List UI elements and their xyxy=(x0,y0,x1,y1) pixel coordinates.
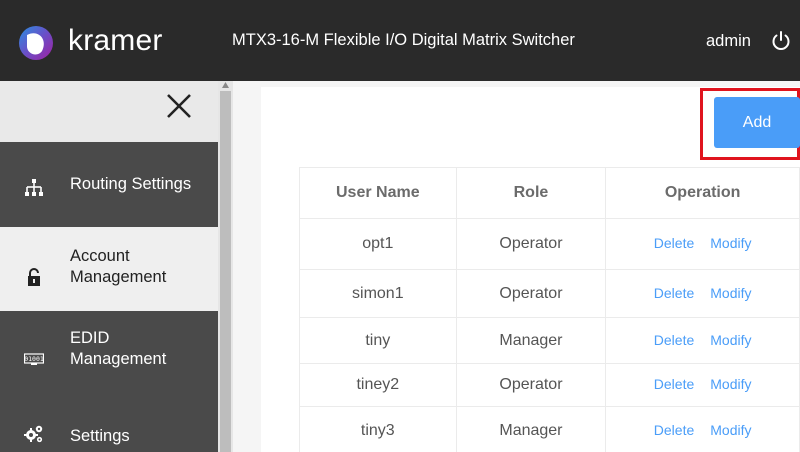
table-row: tiney2 Operator Delete Modify xyxy=(299,363,800,407)
cell-operation: Delete Modify xyxy=(605,363,800,407)
top-bar: kramer MTX3-16-M Flexible I/O Digital Ma… xyxy=(0,0,800,81)
modify-link[interactable]: Modify xyxy=(710,235,751,251)
column-header-role: Role xyxy=(455,167,607,219)
sidebar-item-edid-management[interactable]: 01001 EDID Management xyxy=(0,311,218,397)
cell-operation: Delete Modify xyxy=(605,218,800,270)
sidebar-item-label: Routing Settings xyxy=(70,175,192,193)
sidebar-close-row xyxy=(0,81,218,142)
cell-operation: Delete Modify xyxy=(605,269,800,318)
modify-link[interactable]: Modify xyxy=(710,422,751,438)
gears-icon xyxy=(24,425,43,443)
cell-role: Operator xyxy=(455,269,607,318)
sidebar-item-label-line1: EDID xyxy=(70,329,110,347)
cell-role: Operator xyxy=(455,218,607,270)
sidebar-item-label-line1: Account xyxy=(70,247,130,265)
svg-text:01001: 01001 xyxy=(24,355,44,363)
cell-user-name: tiney2 xyxy=(299,363,457,407)
cell-role: Manager xyxy=(455,317,607,364)
kramer-logo-icon xyxy=(19,26,53,60)
add-user-button[interactable]: Add xyxy=(714,97,800,148)
lock-icon xyxy=(28,268,40,286)
cell-user-name: tiny xyxy=(299,317,457,364)
modify-link[interactable]: Modify xyxy=(710,376,751,392)
cell-user-name: opt1 xyxy=(299,218,457,270)
app-title: MTX3-16-M Flexible I/O Digital Matrix Sw… xyxy=(232,31,575,49)
sidebar-item-label: Settings xyxy=(70,427,130,445)
user-table: User Name Role Operation opt1 Operator D… xyxy=(299,167,800,452)
delete-link[interactable]: Delete xyxy=(654,235,694,251)
cell-role: Operator xyxy=(455,363,607,407)
network-tree-icon xyxy=(25,179,43,196)
sidebar-item-account-management[interactable]: Account Management xyxy=(0,227,218,311)
cell-operation: Delete Modify xyxy=(605,406,800,452)
edid-icon: 01001 xyxy=(24,353,44,365)
modify-link[interactable]: Modify xyxy=(710,332,751,348)
column-header-user-name: User Name xyxy=(299,167,457,219)
brand-name: kramer xyxy=(68,24,163,57)
table-row: tiny3 Manager Delete Modify xyxy=(299,406,800,452)
table-header-row: User Name Role Operation xyxy=(299,167,800,219)
cell-user-name: simon1 xyxy=(299,269,457,318)
scroll-thumb[interactable] xyxy=(220,91,231,452)
column-header-operation: Operation xyxy=(605,167,800,219)
sidebar-item-label-line2: Management xyxy=(70,268,167,286)
delete-link[interactable]: Delete xyxy=(654,376,694,392)
delete-link[interactable]: Delete xyxy=(654,422,694,438)
table-row: opt1 Operator Delete Modify xyxy=(299,218,800,270)
delete-link[interactable]: Delete xyxy=(654,332,694,348)
cell-user-name: tiny3 xyxy=(299,406,457,452)
cell-operation: Delete Modify xyxy=(605,317,800,364)
table-row: tiny Manager Delete Modify xyxy=(299,317,800,364)
close-icon[interactable] xyxy=(164,91,194,121)
sidebar-item-routing-settings[interactable]: Routing Settings xyxy=(0,144,218,227)
user-name[interactable]: admin xyxy=(706,32,751,51)
power-icon[interactable] xyxy=(770,30,792,52)
delete-link[interactable]: Delete xyxy=(654,285,694,301)
scroll-up-arrow-icon[interactable] xyxy=(221,81,230,89)
cell-role: Manager xyxy=(455,406,607,452)
modify-link[interactable]: Modify xyxy=(710,285,751,301)
table-row: simon1 Operator Delete Modify xyxy=(299,269,800,318)
sidebar-item-settings[interactable]: Settings xyxy=(0,397,218,452)
sidebar-item-label-line2: Management xyxy=(70,350,167,368)
sidebar-scrollbar[interactable] xyxy=(218,81,233,452)
sidebar: Routing Settings Account Management 0100… xyxy=(0,81,233,452)
